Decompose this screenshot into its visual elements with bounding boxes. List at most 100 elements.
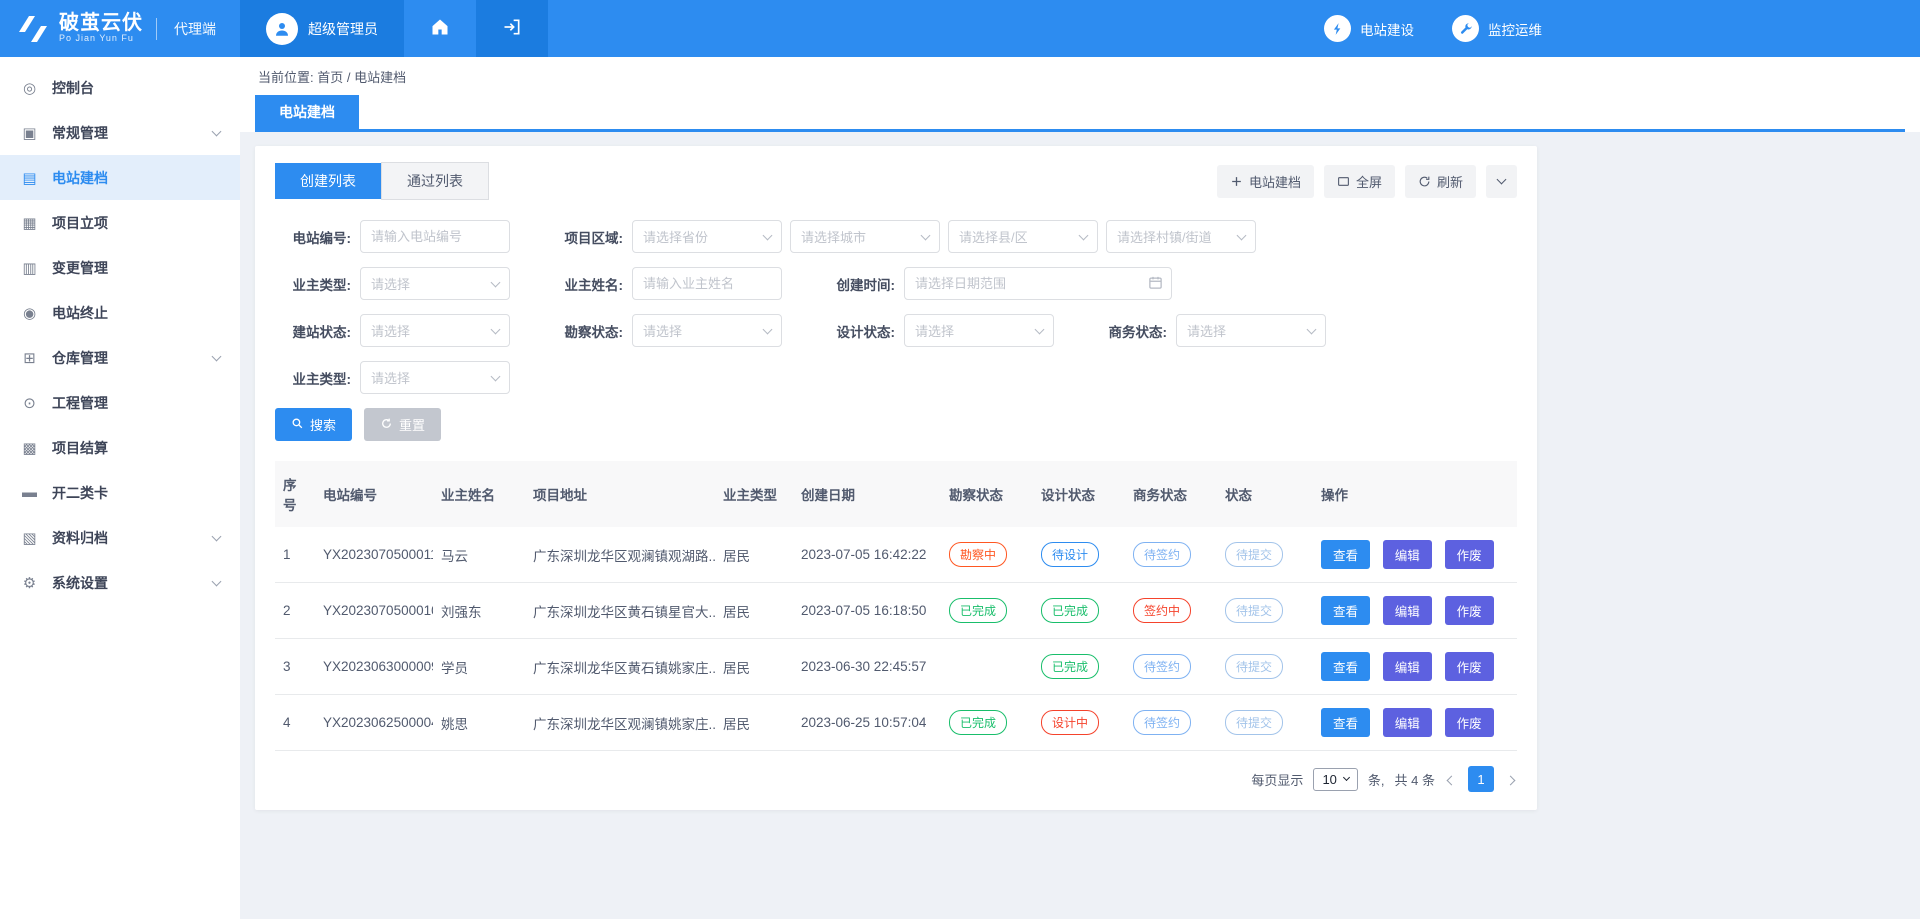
- cell-index: 3: [275, 639, 315, 695]
- sidebar-item-data-archive[interactable]: ▧ 资料归档: [0, 515, 240, 560]
- sidebar: ◎ 控制台 ▣ 常规管理 ▤ 电站建档 ▦ 项目立项 ▥ 变更管理 ◉ 电站终止…: [0, 57, 240, 919]
- sidebar-item-change-management[interactable]: ▥ 变更管理: [0, 245, 240, 290]
- collapse-button[interactable]: [1486, 165, 1517, 198]
- void-button[interactable]: 作废: [1445, 596, 1494, 625]
- fullscreen-button[interactable]: 全屏: [1324, 165, 1395, 198]
- next-page-button[interactable]: [1504, 772, 1517, 787]
- tab-create-list[interactable]: 创建列表: [275, 163, 381, 199]
- sidebar-item-card[interactable]: ▬ 开二类卡: [0, 470, 240, 515]
- province-select[interactable]: 请选择省份: [632, 220, 782, 253]
- edit-button[interactable]: 编辑: [1383, 540, 1432, 569]
- sidebar-item-system-settings[interactable]: ⚙ 系统设置: [0, 560, 240, 605]
- col-header: 业主姓名: [433, 461, 525, 527]
- view-button[interactable]: 查看: [1321, 540, 1370, 569]
- business-status-select[interactable]: 请选择: [1176, 314, 1326, 347]
- col-header: 业主类型: [715, 461, 793, 527]
- station-code-input[interactable]: [360, 220, 510, 253]
- cell-index: 2: [275, 583, 315, 639]
- edit-button[interactable]: 编辑: [1383, 652, 1432, 681]
- sidebar-item-station-archive[interactable]: ▤ 电站建档: [0, 155, 240, 200]
- document-icon: ▤: [20, 169, 39, 187]
- owner-type-select[interactable]: 请选择: [360, 267, 510, 300]
- design-status-badge: 已完成: [1041, 598, 1099, 623]
- user-menu[interactable]: 超级管理员: [240, 0, 404, 57]
- reset-icon: [380, 417, 393, 433]
- page-tab-station-archive[interactable]: 电站建档: [255, 95, 359, 129]
- date-range-input[interactable]: [904, 267, 1172, 300]
- sidebar-item-label: 控制台: [52, 78, 94, 98]
- breadcrumb-home[interactable]: 首页: [317, 70, 343, 85]
- cell-index: 1: [275, 527, 315, 583]
- copy-icon: ▥: [20, 259, 39, 277]
- sidebar-item-project-initiation[interactable]: ▦ 项目立项: [0, 200, 240, 245]
- per-page-select[interactable]: 10: [1313, 768, 1357, 791]
- tab-passed-list[interactable]: 通过列表: [381, 162, 489, 200]
- void-button[interactable]: 作废: [1445, 708, 1494, 737]
- district-select[interactable]: 请选择县/区: [948, 220, 1098, 253]
- app-logo: 破茧云伏 Po Jian Yun Fu 代理端: [0, 0, 240, 57]
- prev-page-button[interactable]: [1445, 772, 1458, 787]
- town-select[interactable]: 请选择村镇/街道: [1106, 220, 1256, 253]
- col-header: 电站编号: [315, 461, 433, 527]
- per-page-value: 10: [1322, 772, 1336, 787]
- chevron-down-icon: [1079, 230, 1089, 240]
- nav-monitor-ops[interactable]: 监控运维: [1452, 15, 1542, 42]
- design-status-select[interactable]: 请选择: [904, 314, 1054, 347]
- cell-type: 居民: [715, 695, 793, 751]
- build-status-select[interactable]: 请选择: [360, 314, 510, 347]
- col-header: 勘察状态: [941, 461, 1033, 527]
- survey-status-label: 勘察状态:: [547, 321, 623, 341]
- sidebar-item-label: 系统设置: [52, 573, 108, 593]
- survey-status-badge: 已完成: [949, 710, 1007, 735]
- design-status-label: 设计状态:: [819, 321, 895, 341]
- void-button[interactable]: 作废: [1445, 540, 1494, 569]
- sidebar-item-console[interactable]: ◎ 控制台: [0, 65, 240, 110]
- reset-button[interactable]: 重置: [364, 408, 441, 441]
- cell-date: 2023-07-05 16:42:22: [793, 527, 941, 583]
- refresh-label: 刷新: [1437, 172, 1463, 191]
- table-row: 1 YX2023070500011 马云 广东深圳龙华区观澜镇观湖路... 居民…: [275, 527, 1517, 583]
- sidebar-item-station-termination[interactable]: ◉ 电站终止: [0, 290, 240, 335]
- cell-code: YX2023070500011: [315, 527, 433, 583]
- chevron-down-icon: [921, 230, 931, 240]
- app-header: 破茧云伏 Po Jian Yun Fu 代理端 超级管理员 电站建设: [0, 0, 1920, 57]
- owner-name-input[interactable]: [632, 267, 782, 300]
- lightning-icon: [1324, 15, 1351, 42]
- view-button[interactable]: 查看: [1321, 652, 1370, 681]
- sidebar-item-general-management[interactable]: ▣ 常规管理: [0, 110, 240, 155]
- file-icon: ▧: [20, 529, 39, 547]
- view-button[interactable]: 查看: [1321, 708, 1370, 737]
- home-button[interactable]: [404, 0, 476, 57]
- search-label: 搜索: [310, 415, 336, 434]
- survey-status-badge: 勘察中: [949, 542, 1007, 567]
- fullscreen-icon: [1337, 175, 1350, 188]
- edit-button[interactable]: 编辑: [1383, 708, 1432, 737]
- logout-button[interactable]: [476, 0, 548, 57]
- owner-type2-select[interactable]: 请选择: [360, 361, 510, 394]
- survey-status-select[interactable]: 请选择: [632, 314, 782, 347]
- dashboard-icon: ◎: [20, 79, 39, 97]
- city-select[interactable]: 请选择城市: [790, 220, 940, 253]
- col-header: 设计状态: [1033, 461, 1125, 527]
- cell-survey-empty: [941, 639, 1033, 695]
- sidebar-item-label: 开二类卡: [52, 483, 108, 503]
- view-button[interactable]: 查看: [1321, 596, 1370, 625]
- refresh-button[interactable]: 刷新: [1405, 165, 1476, 198]
- sidebar-item-project-settlement[interactable]: ▩ 项目结算: [0, 425, 240, 470]
- breadcrumb-separator: /: [347, 70, 351, 85]
- station-table: 序号 电站编号 业主姓名 项目地址 业主类型 创建日期 勘察状态 设计状态 商务…: [275, 461, 1517, 751]
- sidebar-item-engineering[interactable]: ⊙ 工程管理: [0, 380, 240, 425]
- create-station-button[interactable]: 电站建档: [1217, 165, 1314, 198]
- edit-button[interactable]: 编辑: [1383, 596, 1432, 625]
- calculator-icon: ▩: [20, 439, 39, 457]
- chevron-down-icon: [1035, 324, 1045, 334]
- per-page-label: 每页显示: [1251, 770, 1303, 789]
- chevron-down-icon: [1307, 324, 1317, 334]
- void-button[interactable]: 作废: [1445, 652, 1494, 681]
- cell-date: 2023-06-25 10:57:04: [793, 695, 941, 751]
- page-number[interactable]: 1: [1468, 766, 1494, 792]
- sidebar-item-label: 工程管理: [52, 393, 108, 413]
- search-button[interactable]: 搜索: [275, 408, 352, 441]
- sidebar-item-warehouse[interactable]: ⊞ 仓库管理: [0, 335, 240, 380]
- nav-station-build[interactable]: 电站建设: [1324, 15, 1414, 42]
